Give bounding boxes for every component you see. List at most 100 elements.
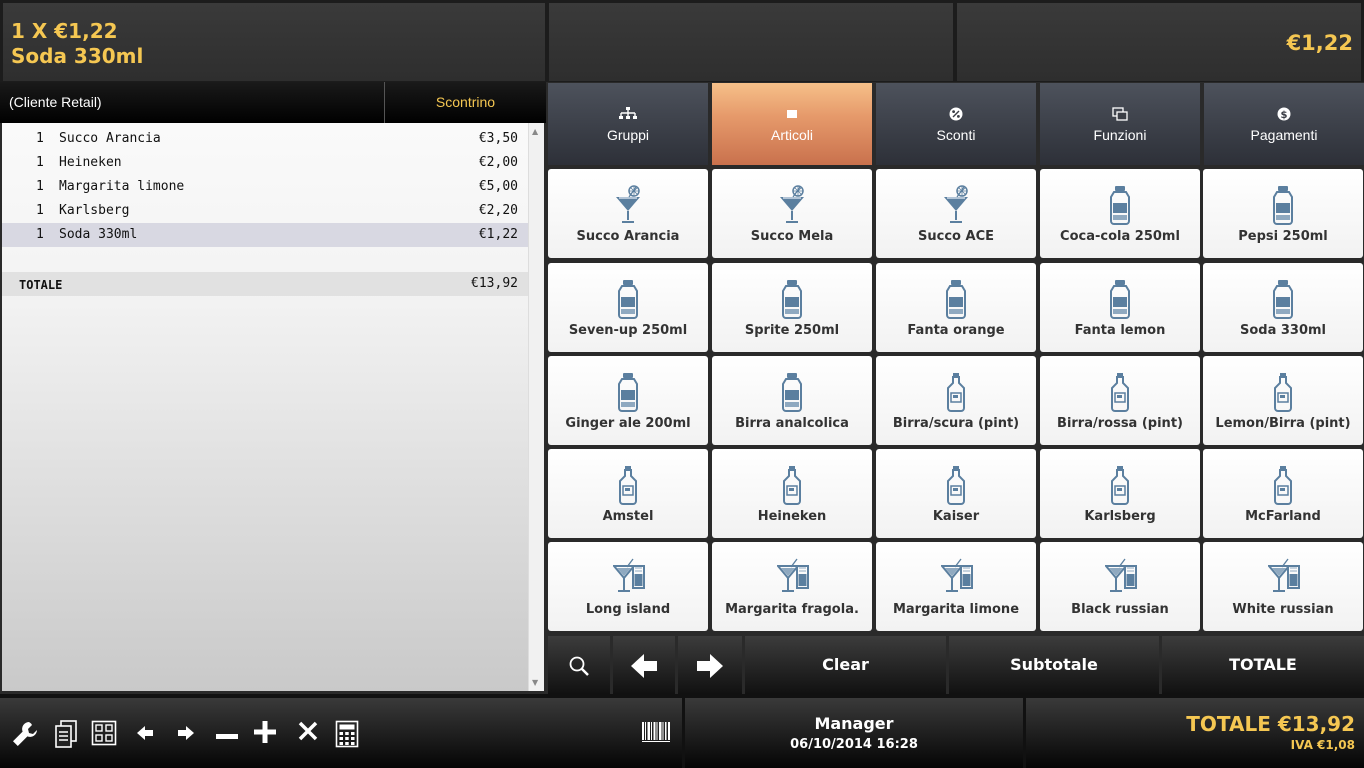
minus-icon[interactable] — [212, 720, 242, 750]
receipt-scrollbar[interactable]: ▲ ▼ — [528, 123, 544, 691]
product-name: Ginger ale 200ml — [565, 416, 691, 431]
product-button[interactable]: Succo Mela — [712, 169, 872, 258]
product-button[interactable]: Birra analcolica — [712, 356, 872, 445]
tab-gruppi[interactable]: Gruppi — [548, 83, 708, 165]
receipt-row[interactable]: 1 Margarita limone €5,00 — [2, 175, 528, 199]
product-name: Seven-up 250ml — [568, 323, 688, 338]
product-name: Soda 330ml — [1239, 323, 1327, 338]
product-button[interactable]: Lemon/Birra (pint) — [1203, 356, 1363, 445]
receipt-header: (Cliente Retail) Scontrino — [0, 82, 546, 123]
arrow-left-icon[interactable] — [130, 720, 160, 750]
documents-icon[interactable] — [51, 720, 81, 750]
product-button[interactable]: Seven-up 250ml — [548, 263, 708, 352]
tab-funzioni[interactable]: Funzioni — [1040, 83, 1200, 165]
product-button[interactable]: Heineken — [712, 449, 872, 538]
receipt-row-price: €2,20 — [478, 203, 518, 218]
last-item-qty-price: 1 X €1,22 — [11, 19, 118, 43]
grid-icon[interactable] — [89, 720, 119, 750]
search-button[interactable] — [548, 636, 610, 694]
tab-label: Pagamenti — [1250, 127, 1318, 143]
customer-selector[interactable]: (Cliente Retail) — [9, 94, 102, 110]
next-page-button[interactable] — [678, 636, 742, 694]
product-button[interactable]: Kaiser — [876, 449, 1036, 538]
product-button[interactable]: Fanta orange — [876, 263, 1036, 352]
product-name: Succo ACE — [918, 229, 994, 244]
product-name: Birra/scura (pint) — [892, 416, 1020, 431]
receipt-row[interactable]: 1 Karlsberg €2,20 — [2, 199, 528, 223]
tab-sconti[interactable]: Sconti — [876, 83, 1036, 165]
tab-label: Sconti — [936, 127, 976, 143]
top-middle-panel — [549, 3, 953, 81]
receipt-row-selected[interactable]: 1 Soda 330ml €1,22 — [2, 223, 528, 247]
product-name: Kaiser — [932, 509, 980, 524]
calculator-icon[interactable] — [332, 720, 362, 750]
receipt-tab[interactable]: Scontrino — [384, 82, 546, 123]
product-name: Long island — [585, 602, 671, 617]
product-button[interactable]: Birra/rossa (pint) — [1040, 356, 1200, 445]
product-name: Amstel — [602, 509, 654, 524]
grand-total: TOTALE €13,92 — [1186, 712, 1355, 736]
barcode-icon[interactable] — [640, 720, 672, 750]
tab-label: Articoli — [770, 127, 813, 143]
arrow-right-icon[interactable] — [171, 720, 201, 750]
product-button[interactable]: Long island — [548, 542, 708, 631]
receipt-row-price: €1,22 — [478, 227, 518, 242]
receipt-row-qty: 1 — [36, 131, 44, 146]
product-button[interactable]: Pepsi 250ml — [1203, 169, 1363, 258]
plus-icon[interactable] — [250, 720, 280, 750]
product-button[interactable]: Karlsberg — [1040, 449, 1200, 538]
receipt-total-value: €13,92 — [471, 276, 518, 291]
receipt-row-name: Heineken — [59, 155, 122, 170]
tab-pagamenti[interactable]: $ Pagamenti — [1204, 83, 1364, 165]
receipt-row-price: €5,00 — [478, 179, 518, 194]
subtotal-button[interactable]: Subtotale — [949, 636, 1159, 694]
product-name: Fanta lemon — [1074, 323, 1166, 338]
product-name: Fanta orange — [907, 323, 1005, 338]
receipt-total-row: TOTALE €13,92 — [2, 272, 528, 296]
square-icon — [712, 107, 872, 123]
product-button[interactable]: Fanta lemon — [1040, 263, 1200, 352]
receipt-row-qty: 1 — [36, 155, 44, 170]
product-button[interactable]: Margarita fragola. — [712, 542, 872, 631]
product-button[interactable]: Sprite 250ml — [712, 263, 872, 352]
product-name: Pepsi 250ml — [1238, 229, 1328, 244]
clear-button[interactable]: Clear — [745, 636, 946, 694]
grand-total-panel: TOTALE €13,92 IVA €1,08 — [1026, 698, 1364, 768]
product-button[interactable]: McFarland — [1203, 449, 1363, 538]
arrow-right-icon — [696, 653, 724, 678]
top-display-bar: 1 X €1,22 Soda 330ml €1,22 — [0, 0, 1364, 82]
product-button[interactable]: Amstel — [548, 449, 708, 538]
scroll-down-icon[interactable]: ▼ — [532, 678, 538, 687]
operator-name: Manager — [814, 714, 894, 733]
receipt-row-name: Soda 330ml — [59, 227, 138, 242]
receipt-row-name: Margarita limone — [59, 179, 185, 194]
toolbar — [0, 698, 682, 768]
product-name: Margarita fragola. — [725, 602, 859, 617]
product-name: White russian — [1232, 602, 1334, 617]
product-button[interactable]: White russian — [1203, 542, 1363, 631]
product-name: Lemon/Birra (pint) — [1215, 416, 1351, 431]
receipt-row-name: Succo Arancia — [59, 131, 161, 146]
close-icon[interactable] — [293, 720, 323, 750]
receipt-row-qty: 1 — [36, 227, 44, 242]
product-button[interactable]: Margarita limone — [876, 542, 1036, 631]
total-button[interactable]: TOTALE — [1162, 636, 1364, 694]
previous-page-button[interactable] — [613, 636, 675, 694]
product-name: Succo Mela — [750, 229, 834, 244]
product-button[interactable]: Succo Arancia — [548, 169, 708, 258]
scroll-up-icon[interactable]: ▲ — [532, 127, 538, 136]
tab-articoli[interactable]: Articoli — [712, 83, 872, 165]
product-name: Birra/rossa (pint) — [1057, 416, 1183, 431]
product-button[interactable]: Black russian — [1040, 542, 1200, 631]
product-name: Coca-cola 250ml — [1060, 229, 1180, 244]
product-button[interactable]: Coca-cola 250ml — [1040, 169, 1200, 258]
receipt-row[interactable]: 1 Succo Arancia €3,50 — [2, 127, 528, 151]
wrench-icon[interactable] — [10, 720, 40, 750]
product-button[interactable]: Soda 330ml — [1203, 263, 1363, 352]
product-button[interactable]: Succo ACE — [876, 169, 1036, 258]
product-name: Succo Arancia — [576, 229, 680, 244]
product-button[interactable]: Ginger ale 200ml — [548, 356, 708, 445]
product-button[interactable]: Birra/scura (pint) — [876, 356, 1036, 445]
receipt-row[interactable]: 1 Heineken €2,00 — [2, 151, 528, 175]
arrow-left-icon — [630, 653, 658, 678]
